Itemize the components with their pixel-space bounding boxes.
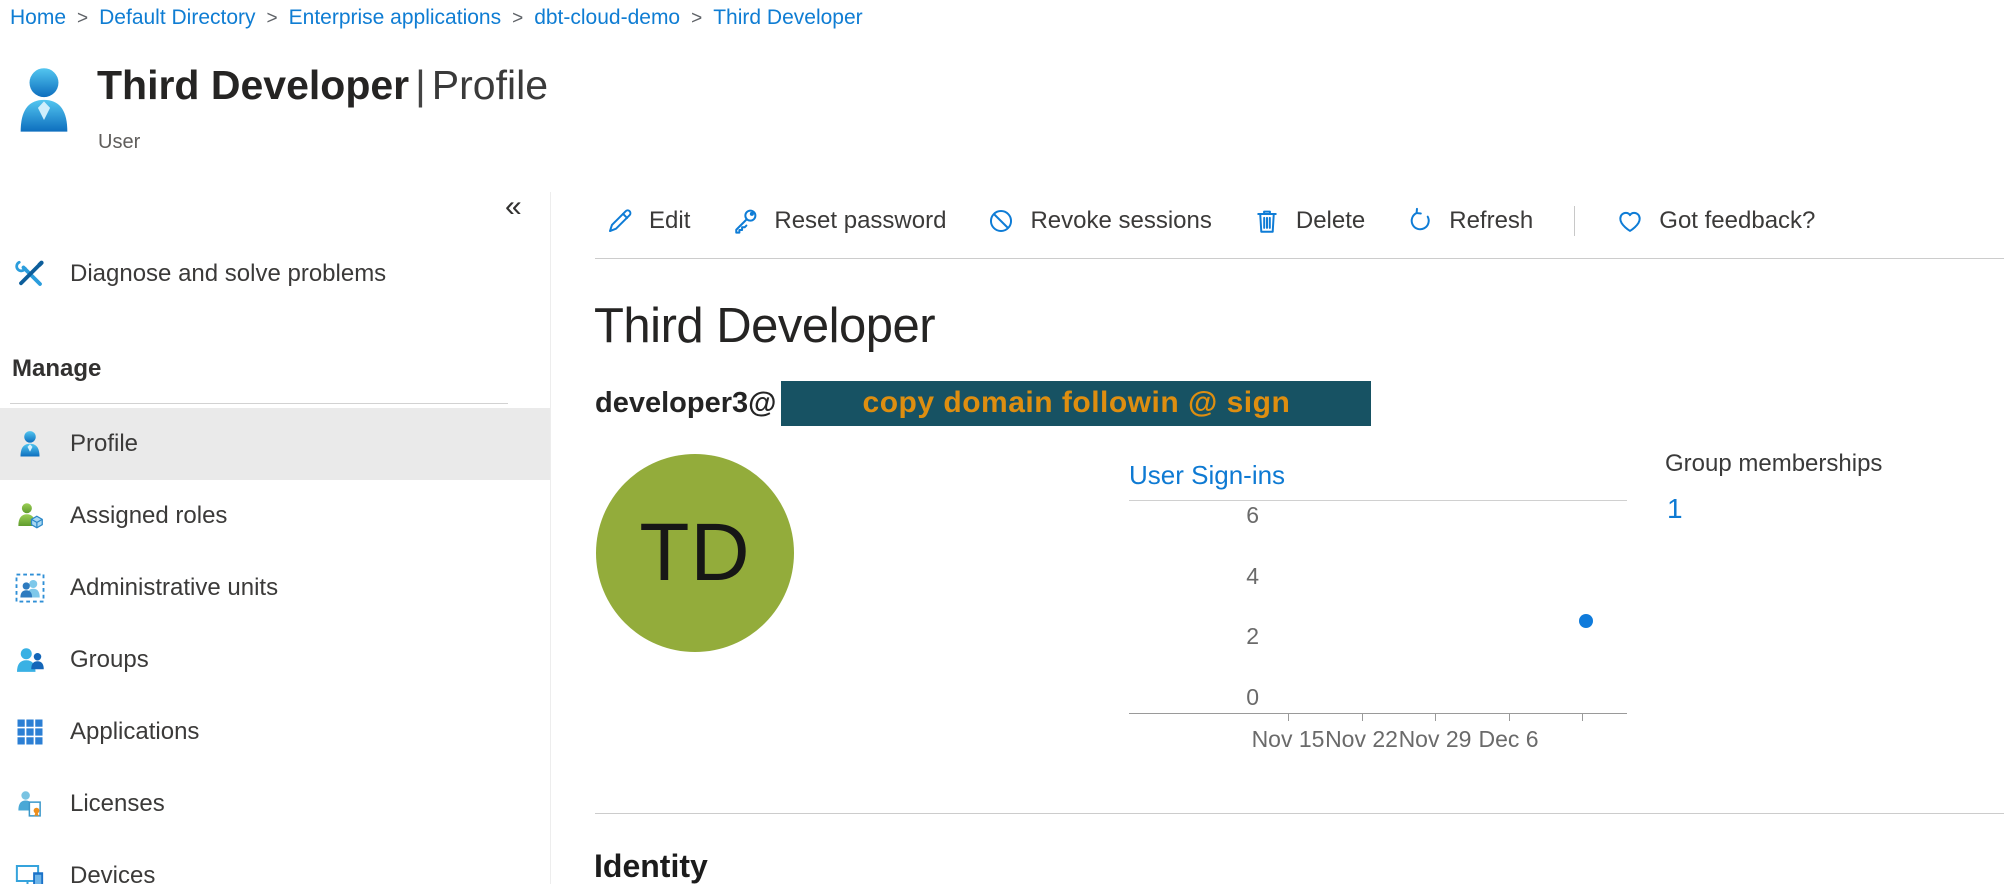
edit-label: Edit xyxy=(649,207,690,235)
sidebar-item-diagnose[interactable]: Diagnose and solve problems xyxy=(0,242,550,306)
person-icon xyxy=(15,429,45,459)
breadcrumb-separator: > xyxy=(77,7,88,30)
toolbar-divider xyxy=(1574,206,1575,236)
devices-icon xyxy=(15,861,45,884)
admin-units-icon xyxy=(15,573,45,603)
user-display-name: Third Developer xyxy=(594,298,935,354)
breadcrumb-separator: > xyxy=(691,7,702,30)
chart-x-tick xyxy=(1509,714,1510,721)
chart-x-tick xyxy=(1362,714,1363,721)
revoke-sessions-button[interactable]: Revoke sessions xyxy=(987,207,1211,235)
sidebar-item-licenses[interactable]: Licenses xyxy=(0,772,550,836)
sidebar-section-rule xyxy=(10,403,508,404)
revoke-sessions-label: Revoke sessions xyxy=(1030,207,1211,235)
breadcrumb-enterprise-applications[interactable]: Enterprise applications xyxy=(289,6,501,30)
user-principal-name: developer3@ copy domain followin @ sign xyxy=(595,380,1371,426)
pencil-icon xyxy=(606,207,634,235)
page-title: Third Developer|Profile xyxy=(97,62,548,109)
chart-x-tick xyxy=(1582,714,1583,721)
person-role-icon xyxy=(15,501,45,531)
identity-section-title: Identity xyxy=(594,848,708,884)
page-title-name: Third Developer xyxy=(97,62,409,108)
breadcrumb-separator: > xyxy=(267,7,278,30)
key-icon xyxy=(731,207,759,235)
command-bar: Edit Reset password Revoke sessions xyxy=(606,200,1856,242)
breadcrumb-separator: > xyxy=(512,7,523,30)
reset-password-label: Reset password xyxy=(774,207,946,235)
grid-icon xyxy=(15,717,45,747)
page-title-divider: | xyxy=(409,62,432,108)
diagnose-tools-icon xyxy=(15,259,45,289)
object-type-label: User xyxy=(98,131,140,154)
chart-y-tick-label: 4 xyxy=(1214,562,1259,590)
chart-title-rule xyxy=(1129,500,1627,501)
got-feedback-button[interactable]: Got feedback? xyxy=(1616,207,1815,235)
email-prefix: developer3@ xyxy=(595,387,776,420)
license-icon xyxy=(15,789,45,819)
refresh-label: Refresh xyxy=(1449,207,1533,235)
delete-label: Delete xyxy=(1296,207,1365,235)
chart-y-tick-label: 6 xyxy=(1214,501,1259,529)
sidebar-item-label: Administrative units xyxy=(70,574,278,602)
chart-x-axis xyxy=(1129,713,1627,714)
trash-icon xyxy=(1253,207,1281,235)
breadcrumb-dbt-cloud-demo[interactable]: dbt-cloud-demo xyxy=(534,6,680,30)
collapse-sidebar-button[interactable]: « xyxy=(505,192,522,222)
chart-y-tick-label: 2 xyxy=(1214,622,1259,650)
sidebar-item-label: Licenses xyxy=(70,790,165,818)
breadcrumb: Home > Default Directory > Enterprise ap… xyxy=(10,6,863,30)
breadcrumb-third-developer[interactable]: Third Developer xyxy=(713,6,862,30)
refresh-button[interactable]: Refresh xyxy=(1406,207,1533,235)
section-divider xyxy=(595,813,2004,814)
block-icon xyxy=(987,207,1015,235)
breadcrumb-home[interactable]: Home xyxy=(10,6,66,30)
email-domain-redaction: copy domain followin @ sign xyxy=(781,381,1371,426)
sidebar-item-devices[interactable]: Devices xyxy=(0,844,550,884)
group-memberships-label: Group memberships xyxy=(1665,450,1882,478)
user-signins-link[interactable]: User Sign-ins xyxy=(1129,460,1285,491)
chart-y-tick-label: 0 xyxy=(1214,683,1259,711)
sidebar-item-groups[interactable]: Groups xyxy=(0,628,550,692)
chart-x-tick xyxy=(1435,714,1436,721)
sidebar-item-label: Profile xyxy=(70,430,138,458)
edit-button[interactable]: Edit xyxy=(606,207,690,235)
sidebar-item-applications[interactable]: Applications xyxy=(0,700,550,764)
sidebar-item-label: Diagnose and solve problems xyxy=(70,260,386,288)
reset-password-button[interactable]: Reset password xyxy=(731,207,946,235)
sidebar-item-label: Assigned roles xyxy=(70,502,227,530)
sidebar-item-label: Devices xyxy=(70,862,155,884)
chart-data-point xyxy=(1579,614,1593,628)
user-profile-page: Home > Default Directory > Enterprise ap… xyxy=(0,0,2004,884)
user-avatar-icon xyxy=(16,64,72,142)
got-feedback-label: Got feedback? xyxy=(1659,207,1815,235)
sidebar-item-label: Applications xyxy=(70,718,199,746)
sidebar-item-assigned-roles[interactable]: Assigned roles xyxy=(0,484,550,548)
chart-x-tick-label: Dec 6 xyxy=(1459,726,1559,753)
sidebar-divider xyxy=(550,192,551,884)
page-title-tab: Profile xyxy=(432,62,548,108)
signin-chart: User Sign-ins 6420Nov 15Nov 22Nov 29Dec … xyxy=(1129,455,1629,785)
delete-button[interactable]: Delete xyxy=(1253,207,1365,235)
sidebar-item-profile[interactable]: Profile xyxy=(0,408,550,480)
avatar: TD xyxy=(596,454,794,652)
toolbar-rule xyxy=(595,258,2004,259)
group-memberships-count-link[interactable]: 1 xyxy=(1667,493,1683,525)
people-icon xyxy=(15,645,45,675)
sidebar-section-manage: Manage xyxy=(12,355,101,383)
refresh-icon xyxy=(1406,207,1434,235)
chart-x-tick xyxy=(1288,714,1289,721)
breadcrumb-default-directory[interactable]: Default Directory xyxy=(99,6,255,30)
sidebar-item-label: Groups xyxy=(70,646,149,674)
sidebar-item-administrative-units[interactable]: Administrative units xyxy=(0,556,550,620)
heart-icon xyxy=(1616,207,1644,235)
